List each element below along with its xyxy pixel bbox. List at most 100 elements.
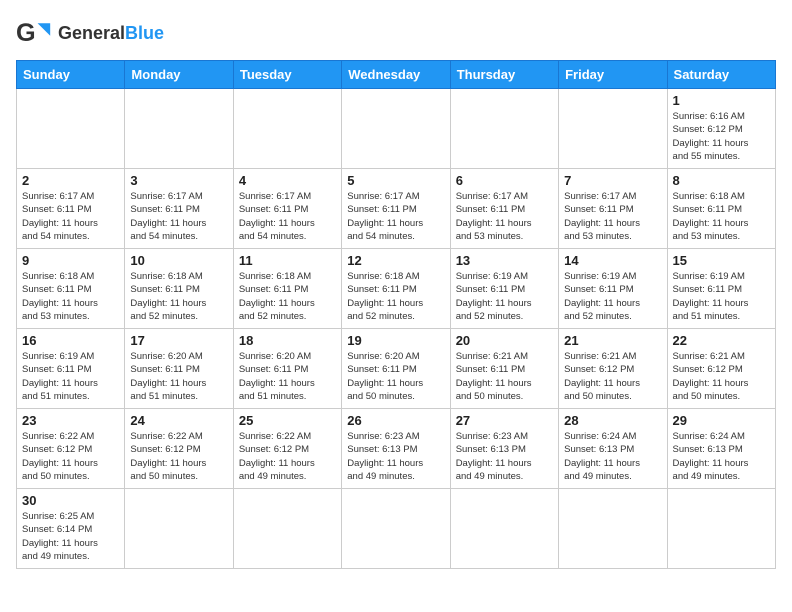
day-info: Sunrise: 6:18 AMSunset: 6:11 PMDaylight:… bbox=[347, 270, 444, 323]
day-number: 17 bbox=[130, 333, 227, 348]
day-number: 8 bbox=[673, 173, 770, 188]
weekday-header-row: SundayMondayTuesdayWednesdayThursdayFrid… bbox=[17, 61, 776, 89]
calendar-week-row: 23 Sunrise: 6:22 AMSunset: 6:12 PMDayligh… bbox=[17, 409, 776, 489]
day-info: Sunrise: 6:18 AMSunset: 6:11 PMDaylight:… bbox=[239, 270, 336, 323]
day-info: Sunrise: 6:19 AMSunset: 6:11 PMDaylight:… bbox=[456, 270, 553, 323]
day-number: 26 bbox=[347, 413, 444, 428]
calendar-header: SundayMondayTuesdayWednesdayThursdayFrid… bbox=[17, 61, 776, 89]
day-info: Sunrise: 6:25 AMSunset: 6:14 PMDaylight:… bbox=[22, 510, 119, 563]
calendar-cell bbox=[125, 89, 233, 169]
calendar-week-row: 30 Sunrise: 6:25 AMSunset: 6:14 PMDayligh… bbox=[17, 489, 776, 569]
day-info: Sunrise: 6:17 AMSunset: 6:11 PMDaylight:… bbox=[239, 190, 336, 243]
logo: G GeneralBlue bbox=[16, 16, 164, 52]
calendar-cell bbox=[559, 489, 667, 569]
day-number: 22 bbox=[673, 333, 770, 348]
calendar-cell: 7 Sunrise: 6:17 AMSunset: 6:11 PMDaylight… bbox=[559, 169, 667, 249]
logo-icon: G bbox=[16, 16, 52, 52]
calendar-week-row: 1 Sunrise: 6:16 AMSunset: 6:12 PMDaylight… bbox=[17, 89, 776, 169]
calendar-cell: 16Sunrise: 6:19 AMSunset: 6:11 PMDayligh… bbox=[17, 329, 125, 409]
calendar-cell: 26Sunrise: 6:23 AMSunset: 6:13 PMDayligh… bbox=[342, 409, 450, 489]
calendar-cell: 20 Sunrise: 6:21 AMSunset: 6:11 PMDayligh… bbox=[450, 329, 558, 409]
weekday-header-tuesday: Tuesday bbox=[233, 61, 341, 89]
logo-text: GeneralBlue bbox=[58, 23, 164, 45]
calendar-cell bbox=[450, 489, 558, 569]
calendar-week-row: 16Sunrise: 6:19 AMSunset: 6:11 PMDayligh… bbox=[17, 329, 776, 409]
day-number: 28 bbox=[564, 413, 661, 428]
day-info: Sunrise: 6:17 AMSunset: 6:11 PMDaylight:… bbox=[22, 190, 119, 243]
day-number: 20 bbox=[456, 333, 553, 348]
day-number: 23 bbox=[22, 413, 119, 428]
calendar-cell: 9Sunrise: 6:18 AMSunset: 6:11 PMDaylight… bbox=[17, 249, 125, 329]
day-info: Sunrise: 6:19 AMSunset: 6:11 PMDaylight:… bbox=[673, 270, 770, 323]
day-info: Sunrise: 6:17 AMSunset: 6:11 PMDaylight:… bbox=[456, 190, 553, 243]
weekday-header-wednesday: Wednesday bbox=[342, 61, 450, 89]
day-info: Sunrise: 6:17 AMSunset: 6:11 PMDaylight:… bbox=[130, 190, 227, 243]
day-info: Sunrise: 6:22 AMSunset: 6:12 PMDaylight:… bbox=[130, 430, 227, 483]
day-number: 11 bbox=[239, 253, 336, 268]
calendar-cell bbox=[667, 489, 775, 569]
day-info: Sunrise: 6:22 AMSunset: 6:12 PMDaylight:… bbox=[239, 430, 336, 483]
day-info: Sunrise: 6:19 AMSunset: 6:11 PMDaylight:… bbox=[564, 270, 661, 323]
day-number: 9 bbox=[22, 253, 119, 268]
calendar-cell: 30 Sunrise: 6:25 AMSunset: 6:14 PMDayligh… bbox=[17, 489, 125, 569]
calendar-cell: 4 Sunrise: 6:17 AMSunset: 6:11 PMDaylight… bbox=[233, 169, 341, 249]
day-number: 25 bbox=[239, 413, 336, 428]
calendar-cell: 18Sunrise: 6:20 AMSunset: 6:11 PMDayligh… bbox=[233, 329, 341, 409]
calendar-cell: 21 Sunrise: 6:21 AMSunset: 6:12 PMDayligh… bbox=[559, 329, 667, 409]
calendar-cell bbox=[17, 89, 125, 169]
day-number: 19 bbox=[347, 333, 444, 348]
day-info: Sunrise: 6:21 AMSunset: 6:11 PMDaylight:… bbox=[456, 350, 553, 403]
calendar-cell: 14 Sunrise: 6:19 AMSunset: 6:11 PMDayligh… bbox=[559, 249, 667, 329]
day-number: 12 bbox=[347, 253, 444, 268]
day-info: Sunrise: 6:17 AMSunset: 6:11 PMDaylight:… bbox=[564, 190, 661, 243]
calendar-cell: 3Sunrise: 6:17 AMSunset: 6:11 PMDaylight… bbox=[125, 169, 233, 249]
day-number: 10 bbox=[130, 253, 227, 268]
day-info: Sunrise: 6:20 AMSunset: 6:11 PMDaylight:… bbox=[130, 350, 227, 403]
calendar-cell: 13Sunrise: 6:19 AMSunset: 6:11 PMDayligh… bbox=[450, 249, 558, 329]
calendar-cell: 6 Sunrise: 6:17 AMSunset: 6:11 PMDaylight… bbox=[450, 169, 558, 249]
day-number: 1 bbox=[673, 93, 770, 108]
calendar-cell: 12 Sunrise: 6:18 AMSunset: 6:11 PMDayligh… bbox=[342, 249, 450, 329]
calendar-cell: 10 Sunrise: 6:18 AMSunset: 6:11 PMDayligh… bbox=[125, 249, 233, 329]
weekday-header-friday: Friday bbox=[559, 61, 667, 89]
calendar-cell: 19 Sunrise: 6:20 AMSunset: 6:11 PMDayligh… bbox=[342, 329, 450, 409]
calendar-cell: 1 Sunrise: 6:16 AMSunset: 6:12 PMDaylight… bbox=[667, 89, 775, 169]
calendar-cell: 5Sunrise: 6:17 AMSunset: 6:11 PMDaylight… bbox=[342, 169, 450, 249]
calendar-cell: 15Sunrise: 6:19 AMSunset: 6:11 PMDayligh… bbox=[667, 249, 775, 329]
calendar-cell: 8 Sunrise: 6:18 AMSunset: 6:11 PMDaylight… bbox=[667, 169, 775, 249]
calendar-week-row: 9 Sunrise: 6:18 AMSunset: 6:11 PMDaylight… bbox=[17, 249, 776, 329]
calendar-cell: 28Sunrise: 6:24 AMSunset: 6:13 PMDayligh… bbox=[559, 409, 667, 489]
calendar-cell: 2 Sunrise: 6:17 AMSunset: 6:11 PMDaylight… bbox=[17, 169, 125, 249]
day-info: Sunrise: 6:18 AMSunset: 6:11 PMDaylight:… bbox=[130, 270, 227, 323]
day-info: Sunrise: 6:21 AMSunset: 6:12 PMDaylight:… bbox=[673, 350, 770, 403]
calendar-cell bbox=[125, 489, 233, 569]
day-number: 30 bbox=[22, 493, 119, 508]
day-number: 29 bbox=[673, 413, 770, 428]
day-number: 2 bbox=[22, 173, 119, 188]
day-number: 7 bbox=[564, 173, 661, 188]
day-info: Sunrise: 6:20 AMSunset: 6:11 PMDaylight:… bbox=[347, 350, 444, 403]
calendar-cell: 25 Sunrise: 6:22 AMSunset: 6:12 PMDayligh… bbox=[233, 409, 341, 489]
day-number: 4 bbox=[239, 173, 336, 188]
day-info: Sunrise: 6:24 AMSunset: 6:13 PMDaylight:… bbox=[673, 430, 770, 483]
calendar-cell: 29 Sunrise: 6:24 AMSunset: 6:13 PMDayligh… bbox=[667, 409, 775, 489]
calendar-table: SundayMondayTuesdayWednesdayThursdayFrid… bbox=[16, 60, 776, 569]
calendar-cell: 17 Sunrise: 6:20 AMSunset: 6:11 PMDayligh… bbox=[125, 329, 233, 409]
calendar-cell bbox=[233, 489, 341, 569]
calendar-cell bbox=[342, 489, 450, 569]
day-number: 21 bbox=[564, 333, 661, 348]
day-info: Sunrise: 6:21 AMSunset: 6:12 PMDaylight:… bbox=[564, 350, 661, 403]
day-number: 14 bbox=[564, 253, 661, 268]
day-number: 18 bbox=[239, 333, 336, 348]
calendar-cell: 23 Sunrise: 6:22 AMSunset: 6:12 PMDayligh… bbox=[17, 409, 125, 489]
day-number: 16 bbox=[22, 333, 119, 348]
day-number: 27 bbox=[456, 413, 553, 428]
day-info: Sunrise: 6:18 AMSunset: 6:11 PMDaylight:… bbox=[673, 190, 770, 243]
calendar-cell bbox=[450, 89, 558, 169]
calendar-cell bbox=[559, 89, 667, 169]
day-number: 5 bbox=[347, 173, 444, 188]
day-info: Sunrise: 6:22 AMSunset: 6:12 PMDaylight:… bbox=[22, 430, 119, 483]
day-info: Sunrise: 6:23 AMSunset: 6:13 PMDaylight:… bbox=[456, 430, 553, 483]
day-info: Sunrise: 6:16 AMSunset: 6:12 PMDaylight:… bbox=[673, 110, 770, 163]
day-number: 6 bbox=[456, 173, 553, 188]
